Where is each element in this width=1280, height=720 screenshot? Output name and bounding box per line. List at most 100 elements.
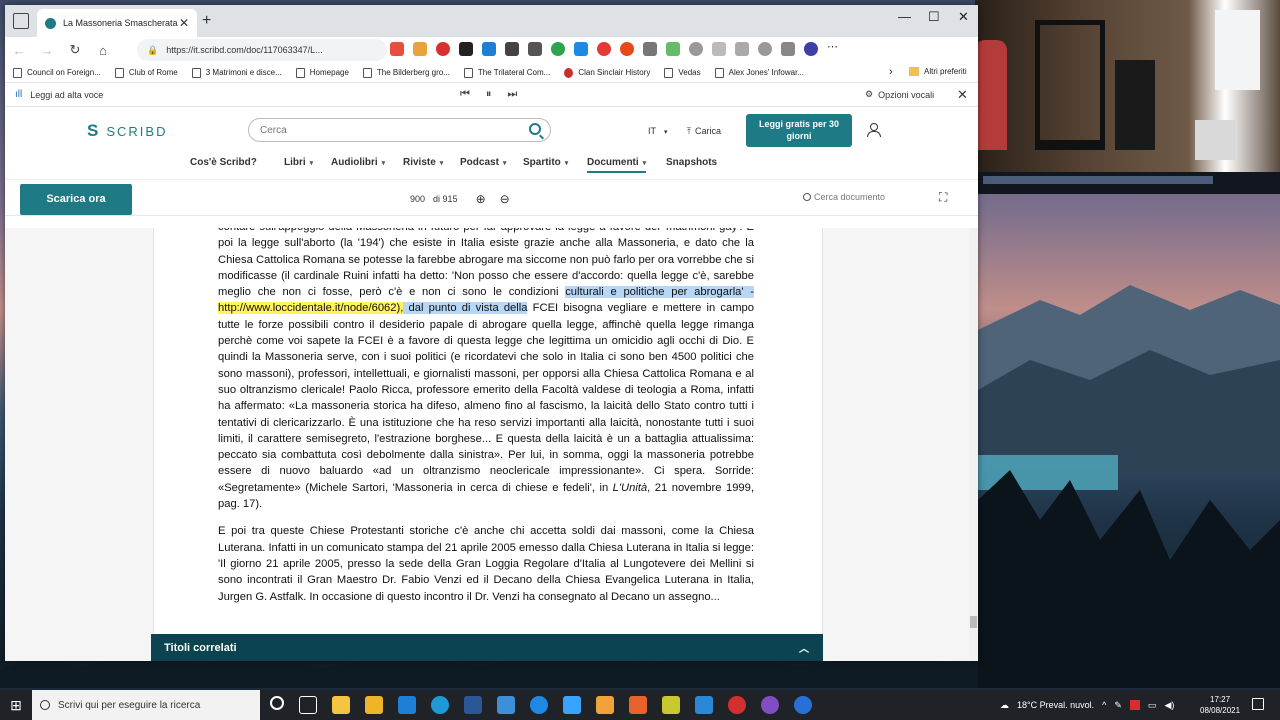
cortana-icon[interactable] [270,696,284,710]
nav-item-active[interactable]: Documenti ▾ [587,157,647,173]
upload-button[interactable]: ⤒ Carica [687,126,721,137]
close-read-aloud-icon[interactable]: ✕ [957,87,968,103]
next-icon[interactable]: ⏭ [507,88,517,101]
adblock-icon[interactable] [390,42,404,56]
previous-icon[interactable]: ⏮ [460,88,470,101]
profile-avatar-icon[interactable] [804,42,818,56]
account-icon[interactable] [867,123,881,137]
new-tab-icon[interactable]: + [202,12,211,30]
app-icon[interactable] [761,696,779,714]
bookmark-item[interactable]: The Trilateral Com... [463,67,550,78]
maximize-icon[interactable]: ☐ [928,9,940,25]
highlighted-link[interactable]: http://www.loccidentale.it/node/6062), [218,302,404,315]
lock-extension-icon[interactable] [528,42,542,56]
volume-icon[interactable]: ◀) [1164,700,1174,711]
app-icon[interactable] [728,696,746,714]
edit-icon[interactable] [781,42,795,56]
scrollbar[interactable] [969,228,978,661]
windows-start-icon[interactable]: ⊞ [0,697,32,714]
dollar-icon[interactable] [459,42,473,56]
extension-icon[interactable] [574,42,588,56]
extension-icon[interactable] [643,42,657,56]
app-icon[interactable] [563,696,581,714]
close-window-icon[interactable]: ✕ [958,9,969,25]
edge-icon[interactable] [431,696,449,714]
search-input[interactable]: Cerca [248,118,551,142]
favorites-icon[interactable] [712,42,726,56]
pen-icon[interactable]: ✎ [1114,700,1122,711]
app-icon[interactable] [695,696,713,714]
extension-icon[interactable] [666,42,680,56]
network-icon[interactable]: ▭ [1148,700,1157,711]
extension-icon[interactable] [482,42,496,56]
tab-actions-icon[interactable] [13,13,29,29]
history-icon[interactable] [758,42,772,56]
voice-options-button[interactable]: ⚙ Opzioni vocali [865,89,934,100]
task-view-icon[interactable] [299,696,317,714]
home-icon[interactable]: ⌂ [89,43,117,58]
notifications-icon[interactable] [1252,698,1264,710]
document-search-input[interactable]: Cerca documento [803,192,885,202]
word-icon[interactable] [464,696,482,714]
page-current[interactable]: 900 [410,194,425,204]
back-icon[interactable]: ← [5,43,33,58]
file-explorer-icon[interactable] [332,696,350,714]
url-bar[interactable]: 🔒 https://it.scribd.com/doc/117063347/L.… [137,39,387,61]
grid-icon[interactable] [505,42,519,56]
scribd-logo[interactable]: S SCRIBD [87,121,167,141]
zoom-out-icon[interactable]: ⊖ [500,192,510,206]
nav-item[interactable]: Podcast ▾ [460,157,506,168]
chevron-up-icon[interactable]: ^ [1102,700,1106,710]
bookmark-item[interactable]: 3 Matrimoni e disce... [191,67,282,78]
forward-icon[interactable]: → [33,43,61,58]
extension-icon[interactable] [413,42,427,56]
close-tab-icon[interactable]: ✕ [179,16,189,30]
app-icon[interactable] [497,696,515,714]
app-icon[interactable] [794,696,812,714]
language-selector[interactable]: IT ▾ [648,126,668,136]
other-bookmarks[interactable]: Altri preferiti [909,67,967,76]
more-options-icon[interactable]: ⋯ [827,42,841,56]
bookmark-item[interactable]: Club of Rome [114,67,178,78]
fullscreen-icon[interactable]: ⛶ [939,190,947,205]
download-button[interactable]: Scarica ora [20,184,132,215]
mail-icon[interactable] [398,696,416,714]
app-icon[interactable] [662,696,680,714]
record-icon[interactable] [436,42,450,56]
nav-item[interactable]: Riviste ▾ [403,157,443,168]
pause-icon[interactable]: ⏸ [486,88,492,101]
bookmark-item[interactable]: Alex Jones' Infowar... [714,67,804,78]
app-tray-icon[interactable] [1129,700,1140,710]
bookmark-item[interactable]: Clan Sinclair History [564,67,650,78]
nav-item[interactable]: Snapshots [666,157,717,168]
app-icon[interactable] [596,696,614,714]
reload-icon[interactable]: ↻ [61,42,89,58]
extension-icon[interactable] [620,42,634,56]
bookmark-item[interactable]: Homepage [295,67,349,78]
collections-icon[interactable] [735,42,749,56]
ie-icon[interactable] [530,696,548,714]
taskbar-search-input[interactable]: Scrivi qui per eseguire la ricerca [32,690,260,720]
opera-icon[interactable] [597,42,611,56]
search-icon[interactable] [529,123,541,135]
clock[interactable]: 17:27 08/08/2021 [1200,694,1240,716]
chevron-up-icon[interactable]: ︿ [799,640,809,655]
app-icon[interactable] [629,696,647,714]
free-trial-button[interactable]: Leggi gratis per 30 giorni [746,114,852,147]
nav-item[interactable]: Cos'è Scribd? [190,157,257,168]
zoom-in-icon[interactable]: ⊕ [476,192,486,206]
nav-item[interactable]: Spartito ▾ [523,157,568,168]
nav-item[interactable]: Audiolibri ▾ [331,157,385,168]
bookmark-item[interactable]: Council on Foreign... [13,67,101,78]
weather-text[interactable]: 18°C Preval. nuvol. [1017,700,1094,710]
bookmark-item[interactable]: Vedas [664,67,701,78]
chevron-right-icon[interactable]: › [889,66,893,78]
related-titles-bar[interactable]: Titoli correlati ︿ [151,634,823,661]
refresh-extension-icon[interactable] [689,42,703,56]
minimize-icon[interactable]: — [898,9,911,24]
extension-icon[interactable] [551,42,565,56]
nav-item[interactable]: Libri ▾ [284,157,313,168]
bookmark-item[interactable]: The Bilderberg gro... [362,67,450,78]
store-icon[interactable] [365,696,383,714]
tab-active[interactable]: La Massoneria Smascherata ✕ [37,9,197,37]
